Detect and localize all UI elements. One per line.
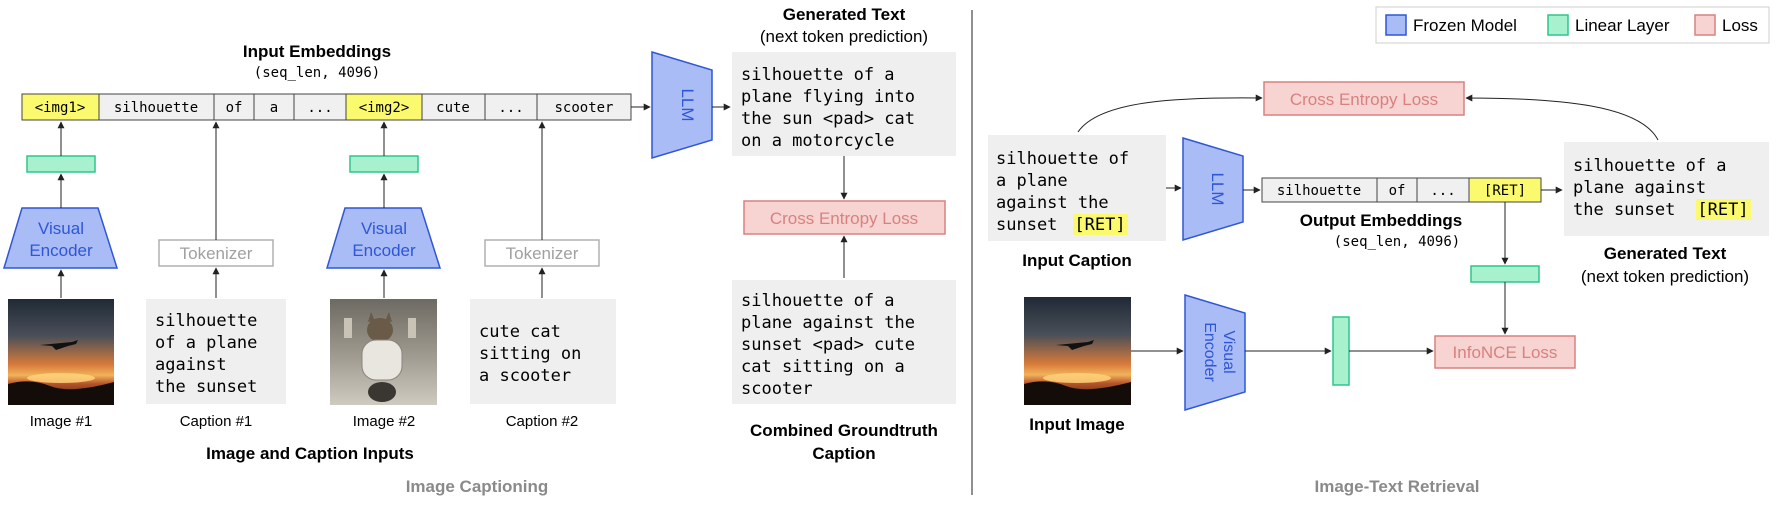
legend-label: Loss <box>1722 16 1758 35</box>
retrieval-generated-label: Generated Text <box>1604 244 1727 263</box>
input-image-label: Input Image <box>1029 415 1124 434</box>
caption1-line: silhouette <box>155 311 257 331</box>
legend: Frozen Model Linear Layer Loss <box>1375 6 1770 44</box>
output-embeddings-shape: (seq_len, 4096) <box>1334 234 1460 250</box>
ret-token: [RET] <box>1074 215 1125 235</box>
image2-label: Image #2 <box>353 413 416 430</box>
retrieval-generated-sub: (next token prediction) <box>1581 267 1749 286</box>
token-label: ... <box>307 100 332 116</box>
token-label: a <box>270 100 278 116</box>
output-embeddings-strip: silhouette of ... [RET] <box>1261 177 1542 203</box>
legend-label: Frozen Model <box>1413 16 1517 35</box>
input-image <box>1024 297 1131 405</box>
linear-layer <box>1332 316 1350 386</box>
input-embeddings-strip: <img1> silhouette of a ... <img2> cute .… <box>21 93 632 121</box>
token-label: <img2> <box>359 100 410 116</box>
generated-text-line: silhouette of a <box>741 65 895 85</box>
retrieval-generated-line: the sunset <box>1573 200 1675 220</box>
generated-text-subtitle: (next token prediction) <box>760 27 928 46</box>
input-caption-line: against the <box>996 193 1109 213</box>
linear-layer <box>349 155 419 173</box>
token-label: ... <box>498 100 523 116</box>
legend-swatch-frozen <box>1385 14 1407 36</box>
infonce-loss-label: InfoNCE Loss <box>1453 343 1558 362</box>
retrieval-llm-label: LLM <box>1208 172 1227 205</box>
legend-swatch-linear <box>1547 14 1569 36</box>
caption-to-loss-arrow <box>1077 94 1263 133</box>
input-embeddings-shape: (seq_len, 4096) <box>254 65 380 81</box>
output-token-label: of <box>1389 183 1406 199</box>
retrieval-generated-line: plane against <box>1573 178 1706 198</box>
input-caption-line: silhouette of <box>996 149 1129 169</box>
token-label: of <box>226 100 243 116</box>
legend-swatch-loss <box>1694 14 1716 36</box>
tokenizer-label: Tokenizer <box>180 244 253 263</box>
generated-text-line: the sun <pad> cat <box>741 109 915 129</box>
image-text-retrieval-title: Image-Text Retrieval <box>1314 477 1479 496</box>
caption1-line: of a plane <box>155 333 257 353</box>
generated-text-line: on a motorcycle <box>741 131 895 151</box>
sunset-plane-image <box>8 299 114 405</box>
diagram-canvas: Input Embeddings (seq_len, 4096) <img1> … <box>2 5 1770 496</box>
input-embeddings-title: Input Embeddings <box>243 42 391 61</box>
visual-encoder-label: Encoder <box>352 241 416 260</box>
input-caption-line: a plane <box>996 171 1068 191</box>
tokenizer-label: Tokenizer <box>506 244 579 263</box>
llm-label: LLM <box>678 88 697 121</box>
input-caption-label: Input Caption <box>1022 251 1132 270</box>
inputs-label: Image and Caption Inputs <box>206 444 414 463</box>
output-embeddings-title: Output Embeddings <box>1300 211 1462 230</box>
ret-token: [RET] <box>1697 200 1748 220</box>
caption2-line: sitting on <box>479 344 581 364</box>
output-token-label: ... <box>1430 183 1455 199</box>
cat-scooter-image <box>330 299 437 405</box>
retrieval-visual-encoder-label: Encoder <box>1201 322 1218 382</box>
image1-label: Image #1 <box>30 413 93 430</box>
linear-layer <box>1470 265 1540 283</box>
groundtruth-line: cat sitting on a <box>741 357 905 377</box>
groundtruth-label: Caption <box>812 444 875 463</box>
visual-encoder-label: Visual <box>38 219 84 238</box>
linear-layer <box>26 155 96 173</box>
input-caption-line: sunset <box>996 215 1057 235</box>
output-token-label: silhouette <box>1277 183 1361 199</box>
image-captioning-title: Image Captioning <box>406 477 549 496</box>
groundtruth-line: plane against the <box>741 313 915 333</box>
caption1-line: the sunset <box>155 377 257 397</box>
cross-entropy-loss-label: Cross Entropy Loss <box>770 209 918 228</box>
legend-label: Linear Layer <box>1575 16 1670 35</box>
visual-encoder-label: Visual <box>361 219 407 238</box>
caption1-line: against <box>155 355 227 375</box>
retrieval-visual-encoder-label: Visual <box>1220 330 1237 373</box>
generated-text-title: Generated Text <box>783 5 906 24</box>
caption2-line: a scooter <box>479 366 571 386</box>
token-label: <img1> <box>35 100 86 116</box>
caption2-line: cute cat <box>479 322 561 342</box>
token-label: silhouette <box>114 100 198 116</box>
generated-text-line: plane flying into <box>741 87 915 107</box>
token-label: cute <box>436 100 470 116</box>
token-label: scooter <box>554 100 613 116</box>
groundtruth-line: sunset <pad> cute <box>741 335 915 355</box>
caption2-label: Caption #2 <box>506 413 579 430</box>
groundtruth-line: silhouette of a <box>741 291 895 311</box>
output-token-label: [RET] <box>1484 183 1526 199</box>
generated-to-loss-arrow <box>1465 94 1659 141</box>
caption1-label: Caption #1 <box>180 413 253 430</box>
visual-encoder-label: Encoder <box>29 241 93 260</box>
retrieval-generated-line: silhouette of a <box>1573 156 1727 176</box>
groundtruth-label: Combined Groundtruth <box>750 421 938 440</box>
groundtruth-line: scooter <box>741 379 813 399</box>
retrieval-cross-entropy-label: Cross Entropy Loss <box>1290 90 1438 109</box>
